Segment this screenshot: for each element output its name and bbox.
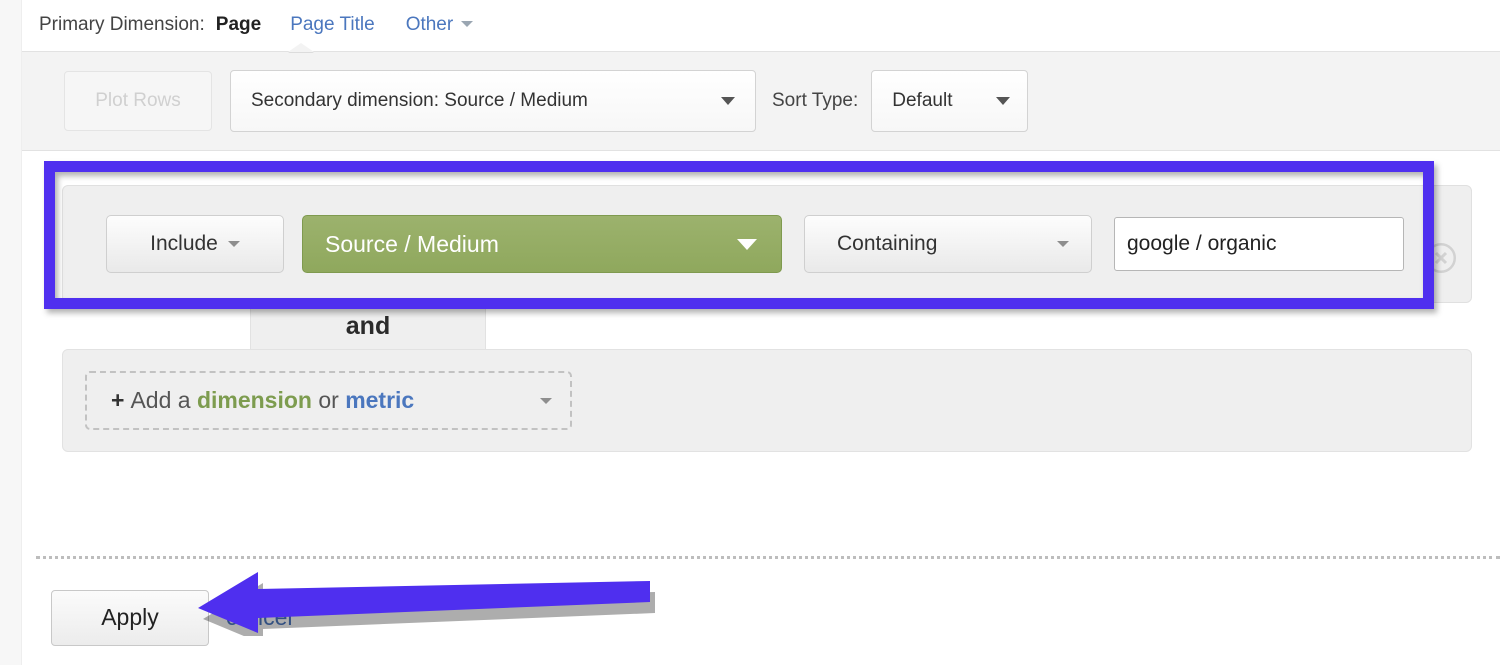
chevron-down-icon	[1057, 241, 1069, 247]
chevron-down-icon	[228, 241, 240, 247]
secondary-dimension-label: Secondary dimension: Source / Medium	[251, 90, 709, 112]
filter-row: Include Source / Medium Containing	[62, 185, 1472, 303]
sort-type-value: Default	[892, 90, 952, 112]
plot-rows-button[interactable]: Plot Rows	[64, 71, 212, 131]
plus-icon: +	[111, 387, 124, 413]
close-circle-icon[interactable]	[1426, 243, 1456, 273]
primary-dimension-bar: Primary Dimension: Page Page Title Other	[22, 0, 1500, 50]
cancel-link[interactable]: cancel	[226, 604, 292, 631]
add-row-text-middle: or	[318, 387, 338, 413]
filter-dimension-label: Source / Medium	[325, 231, 499, 258]
chevron-down-icon	[461, 21, 473, 27]
filter-match-type-label: Containing	[837, 232, 937, 256]
apply-label: Apply	[101, 604, 159, 631]
filter-include-label: Include	[150, 232, 218, 256]
filter-and-separator: and	[250, 303, 486, 349]
apply-button[interactable]: Apply	[51, 590, 209, 646]
primary-dimension-page-tab[interactable]: Page	[216, 14, 261, 36]
plot-rows-label: Plot Rows	[95, 90, 181, 112]
add-dimension-or-metric-button[interactable]: +Add a dimension or metric	[85, 371, 572, 430]
secondary-dimension-dropdown[interactable]: Secondary dimension: Source / Medium	[230, 70, 756, 132]
primary-dimension-label: Primary Dimension:	[39, 14, 205, 36]
filter-match-type-dropdown[interactable]: Containing	[804, 215, 1092, 273]
sort-type-label: Sort Type:	[772, 90, 858, 112]
secondary-toolbar: Plot Rows Secondary dimension: Source / …	[22, 51, 1500, 151]
add-row-metric-word: metric	[345, 387, 414, 413]
filter-editor-footer: Apply cancel	[22, 570, 1500, 665]
chevron-down-icon	[540, 398, 552, 404]
primary-dimension-other-label: Other	[406, 14, 454, 35]
add-row-text: +Add a dimension or metric	[111, 387, 414, 414]
filter-include-dropdown[interactable]: Include	[106, 215, 284, 273]
chevron-down-icon	[721, 97, 735, 105]
footer-divider	[36, 556, 1500, 559]
chevron-down-icon	[737, 239, 757, 250]
toolbar-notch-icon	[288, 43, 314, 52]
filter-dimension-dropdown[interactable]: Source / Medium	[302, 215, 782, 273]
google-analytics-filter-editor: Primary Dimension: Page Page Title Other…	[0, 0, 1500, 665]
primary-dimension-page-title-tab[interactable]: Page Title	[290, 14, 375, 36]
primary-dimension-other-tab[interactable]: Other	[406, 14, 474, 36]
add-row-dimension-word: dimension	[197, 387, 312, 413]
page-left-gutter	[0, 0, 22, 665]
sort-type-dropdown[interactable]: Default	[871, 70, 1028, 132]
filter-editor-body: Include Source / Medium Containing and +…	[22, 152, 1500, 547]
filter-and-label: and	[346, 312, 390, 341]
add-row-text-before: Add a	[130, 387, 190, 413]
add-filter-row-panel: +Add a dimension or metric	[62, 349, 1472, 452]
filter-value-input[interactable]	[1114, 217, 1404, 271]
chevron-down-icon	[996, 97, 1010, 105]
